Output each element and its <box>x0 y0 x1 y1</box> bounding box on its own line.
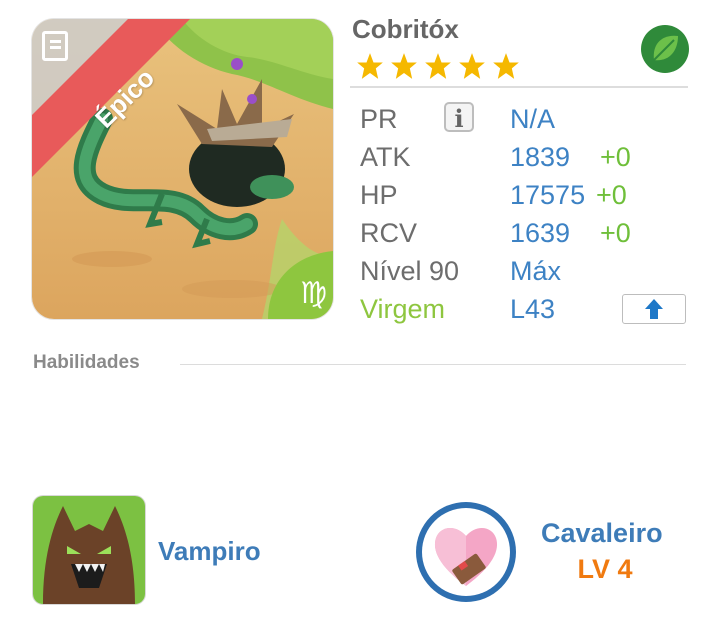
upgrade-button[interactable] <box>622 294 686 324</box>
passive-skill-name[interactable]: Cavaleiro <box>541 518 663 549</box>
stat-row-sign: Virgem L43 <box>360 290 690 328</box>
monster-image <box>32 19 333 319</box>
virgo-icon: ♍ <box>300 276 327 311</box>
section-divider <box>180 364 686 365</box>
active-skill-name[interactable]: Vampiro <box>158 536 261 567</box>
stat-label: ATK <box>360 142 411 172</box>
stat-row-atk: ATK 1839 +0 <box>360 138 690 176</box>
star-icon <box>425 53 451 79</box>
star-icon <box>357 53 383 79</box>
stat-row-rcv: RCV 1639 +0 <box>360 214 690 252</box>
stat-row-pr: PR i N/A <box>360 100 690 138</box>
zodiac-label: Virgem <box>360 294 446 324</box>
star-icon <box>459 53 485 79</box>
stat-value: 1839 <box>510 142 571 172</box>
info-button[interactable]: i <box>444 102 474 133</box>
event-icon <box>42 31 68 61</box>
stat-row-hp: HP 17575 +0 <box>360 176 690 214</box>
stat-bonus: +0 <box>596 180 627 210</box>
star-icon <box>493 53 519 79</box>
passive-skill-level: LV 4 <box>577 554 633 584</box>
werewolf-icon[interactable] <box>33 496 145 604</box>
stat-value: L43 <box>510 294 556 324</box>
monster-portrait[interactable]: Épico ♍ <box>32 19 333 319</box>
stat-row-level: Nível 90 Máx <box>360 252 690 290</box>
stat-bonus: +0 <box>600 142 631 172</box>
leaf-icon <box>641 25 689 73</box>
stat-value: 17575 <box>510 180 586 210</box>
stat-label: RCV <box>360 218 418 248</box>
stat-label: PR <box>360 104 398 134</box>
stat-label: HP <box>360 180 398 210</box>
stat-label: Nível 90 <box>360 256 460 286</box>
header-divider <box>350 86 688 88</box>
stat-value: Máx <box>510 256 562 286</box>
star-rating <box>356 52 520 80</box>
monster-name: Cobritóx <box>352 14 459 44</box>
stat-bonus: +0 <box>600 218 631 248</box>
skills-section-title: Habilidades <box>33 352 140 373</box>
arrow-up-icon <box>645 299 663 319</box>
star-icon <box>391 53 417 79</box>
heart-shield-icon[interactable] <box>414 500 518 604</box>
stat-value: N/A <box>510 104 556 134</box>
stat-value: 1639 <box>510 218 571 248</box>
